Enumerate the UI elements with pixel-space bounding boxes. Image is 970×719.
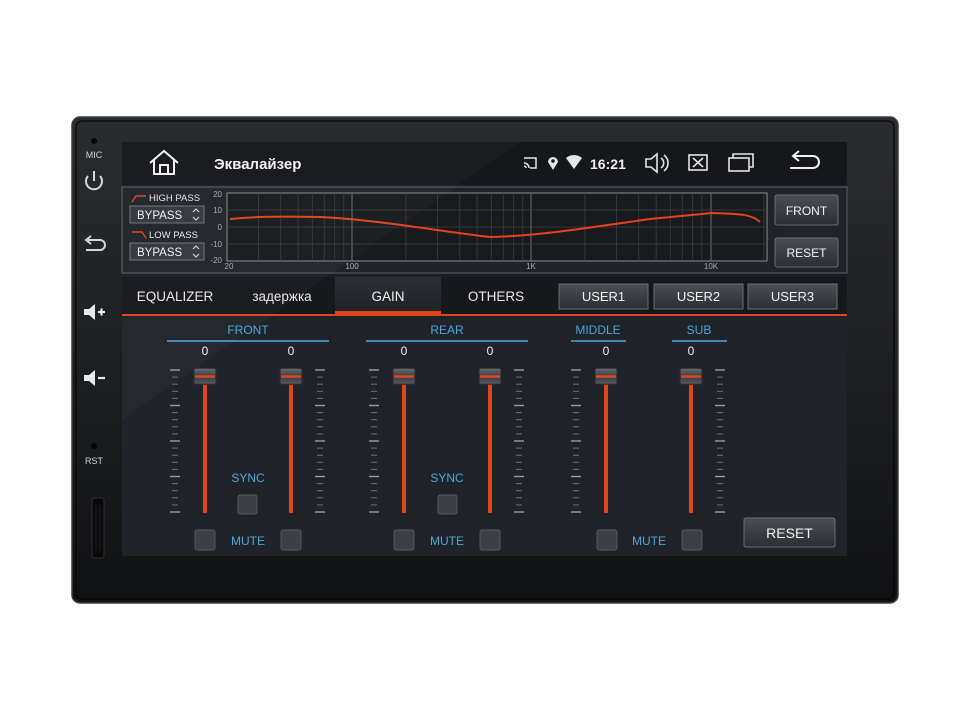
sync-checkbox-rear[interactable] [437, 494, 458, 515]
slider-value: 0 [401, 344, 408, 358]
tab-label: GAIN [371, 289, 404, 304]
slider-knob[interactable] [478, 367, 502, 385]
mute-label-shared: MUTE [632, 534, 666, 548]
slider-track [203, 368, 207, 513]
mute-checkbox-front-left[interactable] [194, 529, 216, 551]
mute-checkbox-sub[interactable] [681, 529, 703, 551]
group-label: SUB [687, 323, 712, 337]
front-button[interactable]: FRONT [774, 194, 839, 226]
slider-value: 0 [688, 344, 695, 358]
preset-label: USER1 [582, 289, 625, 304]
slider-knob[interactable] [279, 367, 303, 385]
gain-reset-button[interactable]: RESET [743, 517, 836, 548]
x-tick: 100 [345, 262, 359, 271]
slider-track [689, 368, 693, 513]
mute-label-front: MUTE [231, 534, 265, 548]
slider-value: 0 [288, 344, 295, 358]
sync-label-front: SYNC [231, 471, 265, 485]
mute-checkbox-rear-left[interactable] [393, 529, 415, 551]
sync-label-rear: SYNC [430, 471, 464, 485]
slider-track [289, 368, 293, 513]
preset-label: USER2 [677, 289, 720, 304]
front-button-label: FRONT [786, 204, 828, 218]
device-canvas: MIC RST Эквалайзер 16:21 HIGH PASS BYPAS… [71, 116, 899, 604]
slider-track [402, 368, 406, 513]
tab-gain[interactable]: GAIN [335, 277, 441, 315]
sd-card-slot [91, 497, 105, 559]
slider-track [604, 368, 608, 513]
graph-reset-button[interactable]: RESET [774, 237, 839, 268]
x-tick: 1K [526, 262, 536, 271]
mute-checkbox-middle[interactable] [596, 529, 618, 551]
gain-panel [122, 317, 847, 556]
slider-value: 0 [603, 344, 610, 358]
slider-value: 0 [487, 344, 494, 358]
slider-track [488, 368, 492, 513]
rst-label: RST [85, 456, 104, 466]
sync-checkbox-front[interactable] [237, 494, 258, 515]
slider-knob[interactable] [679, 367, 703, 385]
group-label: MIDDLE [575, 323, 620, 337]
slider-knob[interactable] [392, 367, 416, 385]
preset-user3-button[interactable]: USER3 [747, 283, 838, 310]
mute-label-rear: MUTE [430, 534, 464, 548]
preset-user2-button[interactable]: USER2 [653, 283, 744, 310]
group-label: REAR [430, 323, 464, 337]
mute-checkbox-front-right[interactable] [280, 529, 302, 551]
tab-others[interactable]: OTHERS [441, 277, 551, 315]
x-tick: 10K [704, 262, 719, 271]
clock: 16:21 [590, 156, 626, 172]
mic-hole [91, 138, 97, 144]
preset-user1-button[interactable]: USER1 [558, 283, 649, 310]
graph-reset-label: RESET [786, 246, 827, 260]
slider-knob[interactable] [193, 367, 217, 385]
mic-label: MIC [86, 150, 103, 160]
gain-reset-label: RESET [766, 525, 813, 541]
mute-checkbox-rear-right[interactable] [479, 529, 501, 551]
tab-label: OTHERS [468, 289, 524, 304]
slider-knob[interactable] [594, 367, 618, 385]
reset-hole[interactable] [91, 443, 97, 449]
preset-label: USER3 [771, 289, 814, 304]
